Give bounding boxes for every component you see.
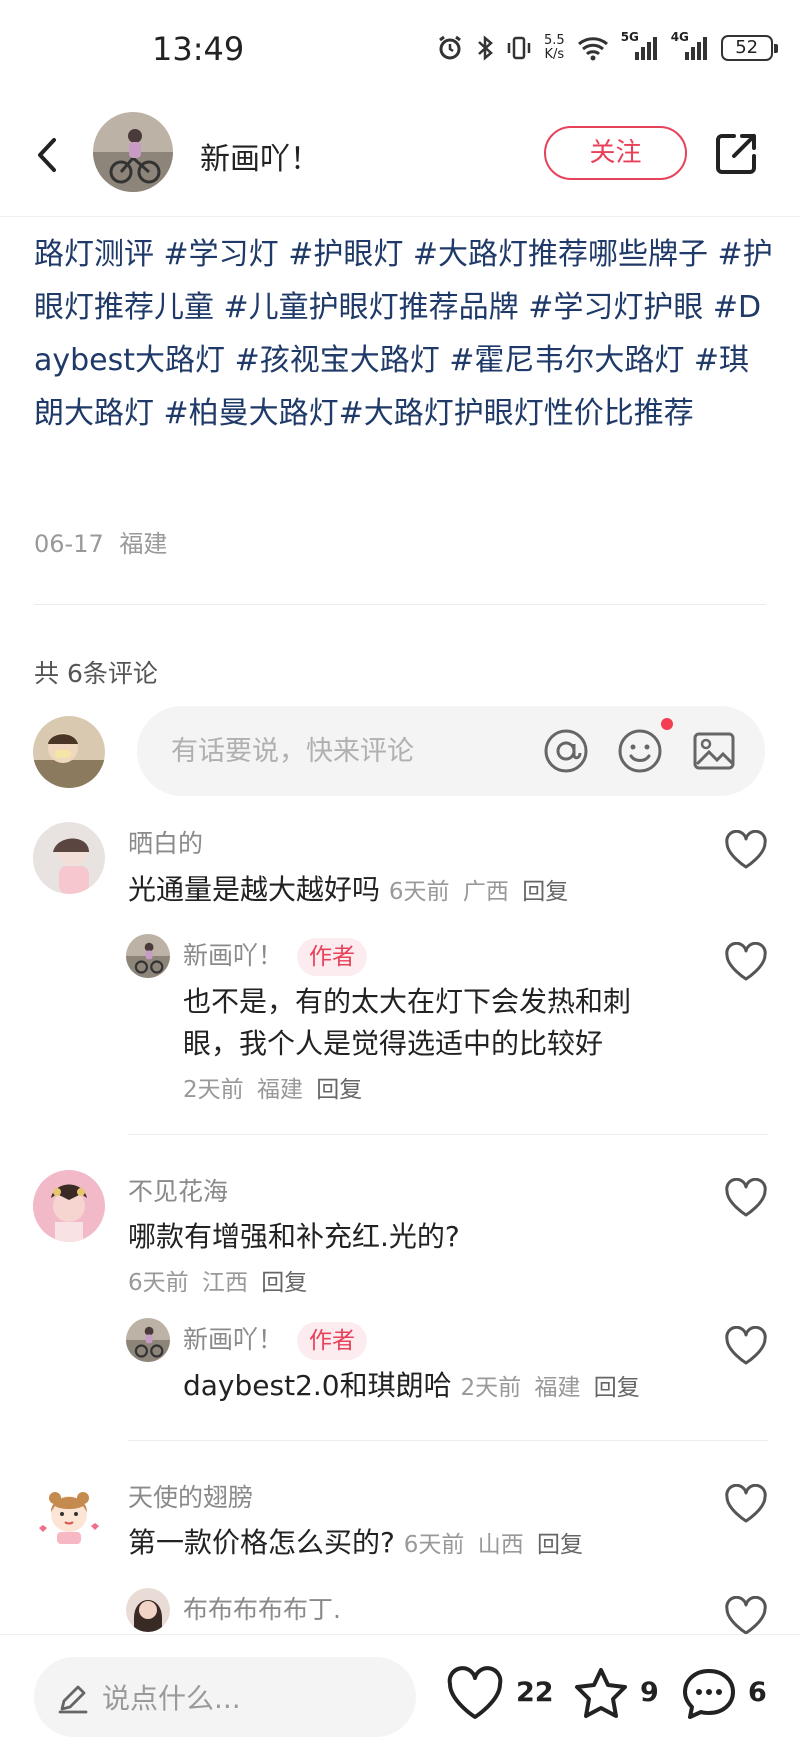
replier-name[interactable]: 新画吖！	[183, 1325, 283, 1354]
author-name[interactable]: 新画吖！	[200, 134, 320, 178]
reply-meta: 2天前 福建 回复	[183, 1070, 362, 1104]
like-heart-icon[interactable]	[724, 1484, 768, 1524]
reply-button[interactable]: 回复	[261, 1270, 307, 1296]
like-heart-icon[interactable]	[724, 1326, 768, 1366]
like-heart-icon[interactable]	[724, 942, 768, 982]
replier-avatar[interactable]	[126, 1318, 170, 1362]
comment-text: 第一款价格怎么买的?	[128, 1526, 395, 1559]
divider	[128, 1134, 768, 1135]
reply-time: 2天前	[460, 1375, 522, 1401]
comment-text: 光通量是越大越好吗	[128, 873, 381, 906]
follow-button[interactable]: 关注	[544, 126, 687, 180]
pencil-icon	[58, 1685, 88, 1714]
say-something-input[interactable]: 说点什么...	[34, 1657, 416, 1737]
wifi-icon	[577, 37, 608, 61]
commenter-avatar[interactable]	[33, 822, 105, 894]
likes-count: 22	[516, 1677, 554, 1708]
reply-text-line-1: 也不是，有的太大在灯下会发热和刺	[183, 985, 632, 1018]
comment-body: 第一款价格怎么买的? 6天前 山西 回复	[128, 1522, 583, 1566]
emoji-notification-dot	[661, 718, 673, 730]
comment-input[interactable]	[171, 706, 531, 796]
replier-avatar[interactable]	[126, 934, 170, 978]
like-heart-icon[interactable]	[724, 1178, 768, 1218]
status-icons: 5.5 K/s 5G 4G 52	[436, 30, 778, 62]
reply-button[interactable]: 回复	[594, 1375, 640, 1401]
post-location: 福建	[119, 530, 168, 558]
reply-time: 2天前	[183, 1077, 244, 1103]
status-bar: 13:49 5.5 K/s 5G 4G 52	[0, 0, 800, 100]
like-heart-icon[interactable]	[446, 1665, 504, 1723]
post-tags[interactable]: 路灯测评 #学习灯 #护眼灯 #大路灯推荐哪些牌子 #护眼灯推荐儿童 #儿童护眼…	[34, 228, 774, 440]
divider	[128, 1440, 768, 1441]
comment-time: 6天前	[388, 879, 450, 905]
comment-time: 6天前	[128, 1270, 189, 1296]
comment-meta: 6天前 山西 回复	[404, 1532, 583, 1558]
reply-button[interactable]: 回复	[316, 1077, 362, 1103]
reply-location: 福建	[534, 1375, 581, 1401]
post-date: 06-17	[34, 530, 104, 558]
comment-time: 6天前	[403, 1532, 465, 1558]
bottom-action-bar: 说点什么... 22 9 6	[0, 1634, 800, 1760]
back-arrow-icon[interactable]	[30, 130, 64, 180]
replier-name[interactable]: 布布布布布丁.	[183, 1590, 341, 1626]
comment-meta: 6天前 江西 回复	[128, 1263, 307, 1297]
reply-header: 新画吖！ 作者	[183, 1320, 368, 1360]
mention-icon[interactable]	[543, 728, 589, 774]
comment-count: 共 6条评论	[34, 659, 158, 688]
commenter-avatar[interactable]	[33, 1476, 105, 1548]
post-meta: 06-17 福建	[34, 524, 167, 559]
author-badge: 作者	[297, 938, 368, 976]
commenter-name[interactable]: 晒白的	[128, 824, 203, 860]
reply-header: 新画吖！ 作者	[183, 936, 368, 976]
comment-meta: 6天前 广西 回复	[389, 879, 568, 905]
reply-button[interactable]: 回复	[522, 879, 568, 905]
my-avatar	[33, 716, 105, 788]
reply-text-line-2: 眼，我个人是觉得选适中的比较好	[183, 1027, 604, 1060]
author-badge: 作者	[297, 1322, 368, 1360]
replier-avatar[interactable]	[126, 1588, 170, 1632]
divider	[34, 604, 766, 605]
net-speed-unit: K/s	[544, 47, 565, 62]
commenter-name[interactable]: 天使的翅膀	[128, 1478, 253, 1514]
author-avatar[interactable]	[93, 112, 173, 192]
commenter-avatar[interactable]	[33, 1170, 105, 1242]
reply-body: daybest2.0和琪朗哈 2天前 福建 回复	[183, 1365, 640, 1409]
like-heart-icon[interactable]	[724, 1596, 768, 1636]
signal-5g-icon: 5G	[621, 30, 659, 62]
net-speed-value: 5.5	[544, 33, 565, 48]
comment-body: 光通量是越大越好吗 6天前 广西 回复	[128, 869, 568, 913]
reply-meta: 2天前 福建 回复	[461, 1375, 640, 1401]
image-icon[interactable]	[691, 728, 737, 774]
collects-count: 9	[640, 1677, 659, 1708]
alarm-icon	[439, 35, 461, 60]
comment-input-box[interactable]	[137, 706, 765, 796]
net-speed: 5.5 K/s	[544, 34, 565, 62]
reply-button[interactable]: 回复	[537, 1532, 583, 1558]
vibrate-icon	[507, 36, 531, 60]
comment-bubble-icon[interactable]	[680, 1665, 738, 1723]
commenter-name[interactable]: 不见花海	[128, 1172, 228, 1208]
collect-star-icon[interactable]	[572, 1665, 630, 1723]
comment-text: 哪款有增强和补充红.光的?	[128, 1220, 460, 1253]
like-heart-icon[interactable]	[724, 830, 768, 870]
reply-location: 福建	[256, 1077, 303, 1103]
signal-4g-icon: 4G	[671, 30, 709, 62]
replier-name[interactable]: 新画吖！	[183, 941, 283, 970]
share-icon[interactable]	[712, 130, 760, 178]
comment-location: 广西	[462, 879, 509, 905]
status-time: 13:49	[152, 30, 245, 68]
reply-text: daybest2.0和琪朗哈	[183, 1369, 452, 1402]
post-header: 新画吖！ 关注	[0, 100, 800, 216]
comments-count: 6	[748, 1677, 767, 1708]
battery-icon: 52	[720, 35, 778, 61]
bluetooth-icon	[478, 35, 493, 61]
comment-location: 山西	[477, 1532, 524, 1558]
comment-location: 江西	[201, 1270, 248, 1296]
emoji-icon[interactable]	[617, 728, 663, 774]
say-something-placeholder: 说点什么...	[102, 1682, 241, 1715]
